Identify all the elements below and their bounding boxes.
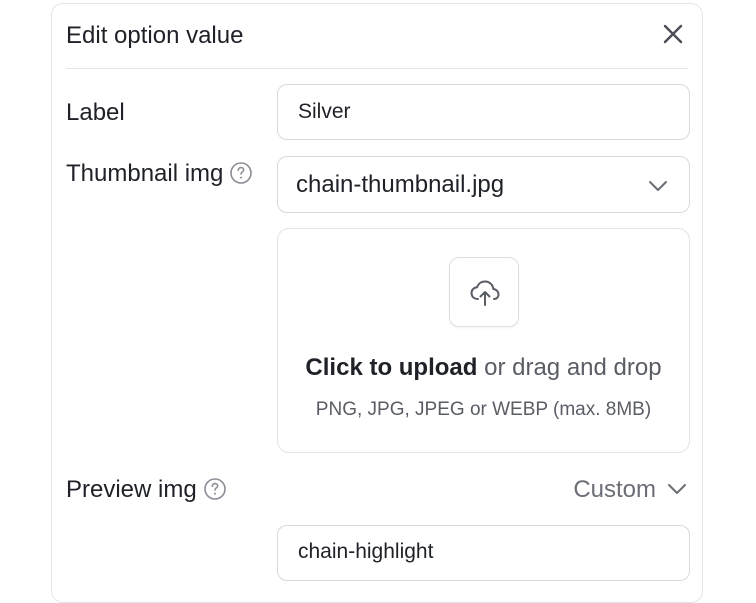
upload-button[interactable] [449, 257, 519, 327]
preview-field-label: Preview img [66, 476, 197, 503]
click-to-upload-link[interactable]: Click to upload [305, 354, 477, 381]
thumbnail-selected-file: chain-thumbnail.jpg [296, 171, 505, 198]
thumbnail-field-label: Thumbnail img [66, 160, 224, 187]
preview-field-label-group: Preview img [66, 476, 227, 504]
preview-selected-file: chain-highlight [298, 540, 434, 563]
dialog-title: Edit option value [66, 22, 244, 49]
question-circle-icon[interactable] [203, 477, 227, 501]
preview-select[interactable]: chain-highlight [277, 525, 690, 581]
preview-mode-select[interactable]: Custom [573, 476, 688, 504]
chevron-down-icon [649, 181, 667, 191]
thumbnail-select[interactable]: chain-thumbnail.jpg [277, 156, 690, 213]
upload-file-hint: PNG, JPG, JPEG or WEBP (max. 8MB) [315, 399, 652, 420]
dialog-header: Edit option value [66, 4, 688, 69]
cloud-upload-icon [470, 280, 500, 306]
thumbnail-field-label-group: Thumbnail img [66, 160, 253, 188]
drag-drop-text: or drag and drop [477, 354, 662, 381]
edit-option-dialog: Edit option value Label Thumbnail img ch… [51, 3, 703, 603]
label-field-label: Label [66, 99, 125, 126]
label-input[interactable] [277, 84, 690, 140]
close-button[interactable] [660, 21, 686, 47]
upload-dropzone[interactable]: Click to upload or drag and drop PNG, JP… [277, 228, 690, 453]
chevron-down-icon [668, 483, 686, 494]
question-circle-icon[interactable] [229, 161, 253, 185]
close-icon [663, 24, 683, 44]
upload-instructions: Click to upload or drag and drop [278, 354, 689, 382]
preview-mode-value: Custom [573, 476, 656, 503]
